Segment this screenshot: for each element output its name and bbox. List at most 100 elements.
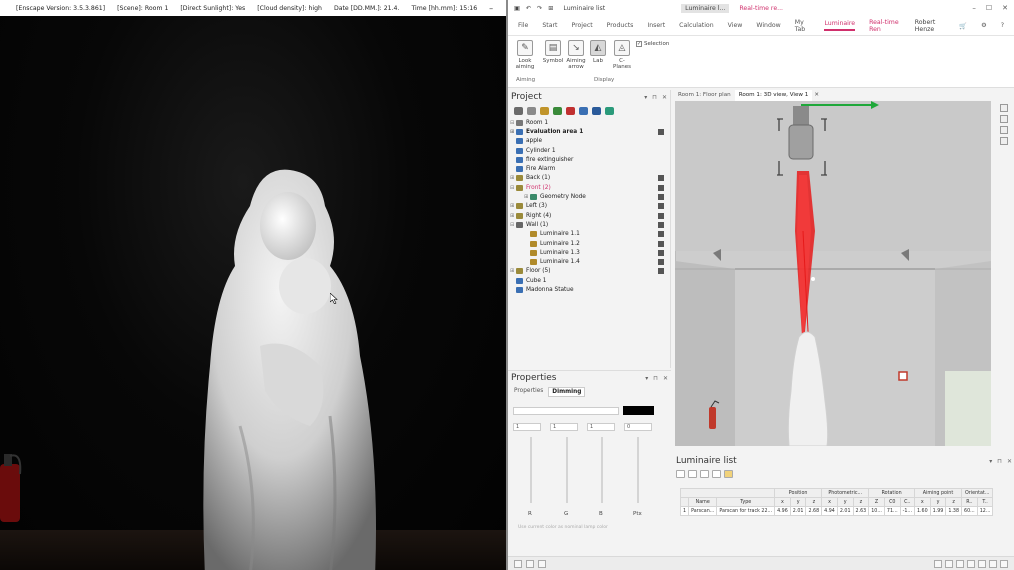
table-cell[interactable]: 10...	[868, 506, 885, 516]
undo-icon[interactable]: ↶	[526, 5, 531, 12]
context-tab-luminaire[interactable]: Luminaire l...	[681, 3, 730, 13]
tab-close-icon[interactable]: ✕	[812, 90, 821, 101]
layout-icon-2[interactable]	[526, 559, 534, 568]
dx-minimize-button[interactable]: –	[972, 4, 976, 12]
ll-dropdown-icon[interactable]: ▾	[989, 458, 992, 465]
grid-icon[interactable]: ⊞	[548, 5, 553, 12]
lab-button[interactable]: ◭ Lab	[587, 40, 609, 64]
tree-item[interactable]: ⊟ Front (2)	[510, 183, 670, 192]
visibility-icon[interactable]	[658, 268, 664, 275]
table-cell[interactable]: 2.01	[789, 506, 807, 516]
table-cell[interactable]: 12...	[976, 506, 994, 516]
name-field[interactable]	[513, 407, 619, 415]
table-column-header[interactable]: y	[789, 497, 807, 507]
arch-tool-icon[interactable]	[592, 107, 601, 115]
zoom-icon[interactable]	[1000, 137, 1008, 145]
menu-products[interactable]: Products	[607, 22, 634, 29]
slider-g[interactable]	[566, 437, 568, 503]
room-tool-icon[interactable]	[514, 107, 523, 115]
tree-item[interactable]: Luminaire 1.4	[510, 257, 670, 266]
spinner-pix[interactable]: 0	[624, 423, 652, 431]
spinner-r[interactable]: 1	[513, 423, 541, 431]
zoom-fit-icon[interactable]	[956, 559, 964, 568]
menu-view[interactable]: View	[728, 22, 743, 29]
tab-floor-plan[interactable]: Room 1: Floor plan	[674, 90, 735, 101]
props-dropdown-icon[interactable]: ▾	[645, 375, 648, 382]
layout-icon-3[interactable]	[538, 559, 546, 568]
tree-item[interactable]: Fire Alarm	[510, 164, 670, 173]
visibility-icon[interactable]	[658, 184, 664, 191]
table-cell[interactable]: Parscan for track 22...	[716, 506, 776, 516]
table-column-header[interactable]: T..	[976, 497, 994, 507]
tree-item[interactable]: ⊞ Evaluation area 1	[510, 127, 670, 136]
table-cell[interactable]: 2.63	[852, 506, 870, 516]
render-mode-icon[interactable]	[978, 559, 986, 568]
menu-project[interactable]: Project	[571, 22, 592, 29]
table-cell[interactable]: -1...	[899, 506, 915, 516]
menu-file[interactable]: File	[518, 22, 528, 29]
aiming-arrow-button[interactable]: ↘ Aiming arrow	[565, 40, 587, 70]
color-swatch[interactable]	[623, 406, 654, 415]
c-planes-button[interactable]: ◬ C-Planes	[611, 40, 633, 70]
pin-icon[interactable]: ⊓	[652, 94, 657, 101]
table-cell[interactable]: 60...	[961, 506, 978, 516]
table-cell[interactable]: 1.60	[913, 506, 931, 516]
tab-properties[interactable]: Properties	[511, 387, 546, 397]
tree-item[interactable]: ⊞ Geometry Node	[510, 192, 670, 201]
visibility-icon[interactable]	[658, 240, 664, 247]
visibility-icon[interactable]	[658, 128, 664, 135]
marker-tool-icon[interactable]	[566, 107, 575, 115]
table-column-header[interactable]: x	[913, 497, 931, 507]
ll-close-icon[interactable]: ✕	[1007, 458, 1012, 465]
table-cell[interactable]: 2.01	[836, 506, 854, 516]
luminaire-tool-icon[interactable]	[540, 107, 549, 115]
visibility-icon[interactable]	[658, 259, 664, 266]
menu-calculation[interactable]: Calculation	[679, 22, 714, 29]
redo-icon[interactable]: ↷	[537, 5, 542, 12]
table-cell[interactable]: Parscan...	[688, 506, 718, 516]
table-column-header[interactable]: R..	[961, 497, 978, 507]
tab-dimming[interactable]: Dimming	[548, 387, 586, 397]
table-column-header[interactable]: Name	[688, 497, 718, 507]
table-column-header[interactable]: Type	[716, 497, 776, 507]
slider-b[interactable]	[601, 437, 603, 503]
look-aiming-button[interactable]: ✎ Look aiming	[514, 40, 536, 70]
slider-r[interactable]	[530, 437, 532, 503]
tree-item[interactable]: Cylinder 1	[510, 146, 670, 155]
spinner-b[interactable]: 1	[587, 423, 615, 431]
menu-insert[interactable]: Insert	[647, 22, 665, 29]
qat-luminaire-list[interactable]: Luminaire list	[559, 4, 609, 13]
dx-close-button[interactable]: ✕	[1002, 4, 1008, 12]
view-tool-icon[interactable]	[605, 107, 614, 115]
table-column-header[interactable]: Z	[868, 497, 885, 507]
props-pin-icon[interactable]: ⊓	[653, 375, 658, 382]
tree-item[interactable]: Luminaire 1.3	[510, 248, 670, 257]
visibility-icon[interactable]	[658, 231, 664, 238]
visibility-icon[interactable]	[658, 175, 664, 182]
layout-icon-1[interactable]	[514, 559, 522, 568]
table-cell[interactable]: 4.94	[821, 506, 838, 516]
tree-item[interactable]: Luminaire 1.1	[510, 230, 670, 239]
table-cell[interactable]: 4.96	[774, 506, 791, 516]
tree-item[interactable]: ⊟ Room 1	[510, 118, 670, 127]
table-cell[interactable]: 1.38	[945, 506, 963, 516]
zoom-in-icon[interactable]	[934, 559, 942, 568]
symbol-button[interactable]: ▤ Symbol	[542, 40, 564, 64]
visibility-icon[interactable]	[658, 221, 664, 228]
calc-tool-icon[interactable]	[553, 107, 562, 115]
table-cell[interactable]: 1	[679, 506, 690, 516]
tree-item[interactable]: ⊞ Left (3)	[510, 202, 670, 211]
selection-checkbox[interactable]: ✓ Selection	[636, 41, 669, 47]
tree-item[interactable]: ⊞ Floor (5)	[510, 267, 670, 276]
dx-maximize-button[interactable]: ☐	[986, 4, 992, 12]
render-viewport[interactable]	[0, 16, 506, 570]
menu-realtime[interactable]: Real-time Ren	[869, 19, 901, 33]
objects-tool-icon[interactable]	[527, 107, 536, 115]
tree-item[interactable]: Luminaire 1.2	[510, 239, 670, 248]
table-cell[interactable]: 71...	[883, 506, 901, 516]
help-icon[interactable]: ?	[1001, 22, 1004, 29]
spinner-g[interactable]: 1	[550, 423, 578, 431]
visibility-icon[interactable]	[658, 249, 664, 256]
tree-item[interactable]: fire extinguisher	[510, 155, 670, 164]
table-column-header[interactable]: C0	[883, 497, 901, 507]
